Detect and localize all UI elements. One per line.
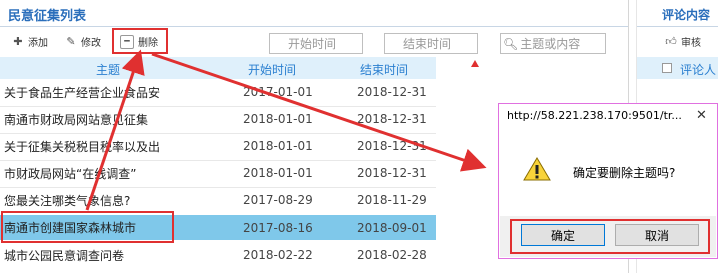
- arrow-row-to-delete: [85, 49, 145, 211]
- dialog-title-url: http://58.221.238.170:9501/tr...: [507, 109, 682, 122]
- arrow-delete-to-dialog: [151, 52, 487, 172]
- close-icon[interactable]: ✕: [696, 108, 707, 123]
- dialog-message: 确定要删除主题吗?: [573, 166, 676, 180]
- dialog-buttons-highlight-box: [510, 219, 710, 254]
- warning-icon: [523, 157, 551, 181]
